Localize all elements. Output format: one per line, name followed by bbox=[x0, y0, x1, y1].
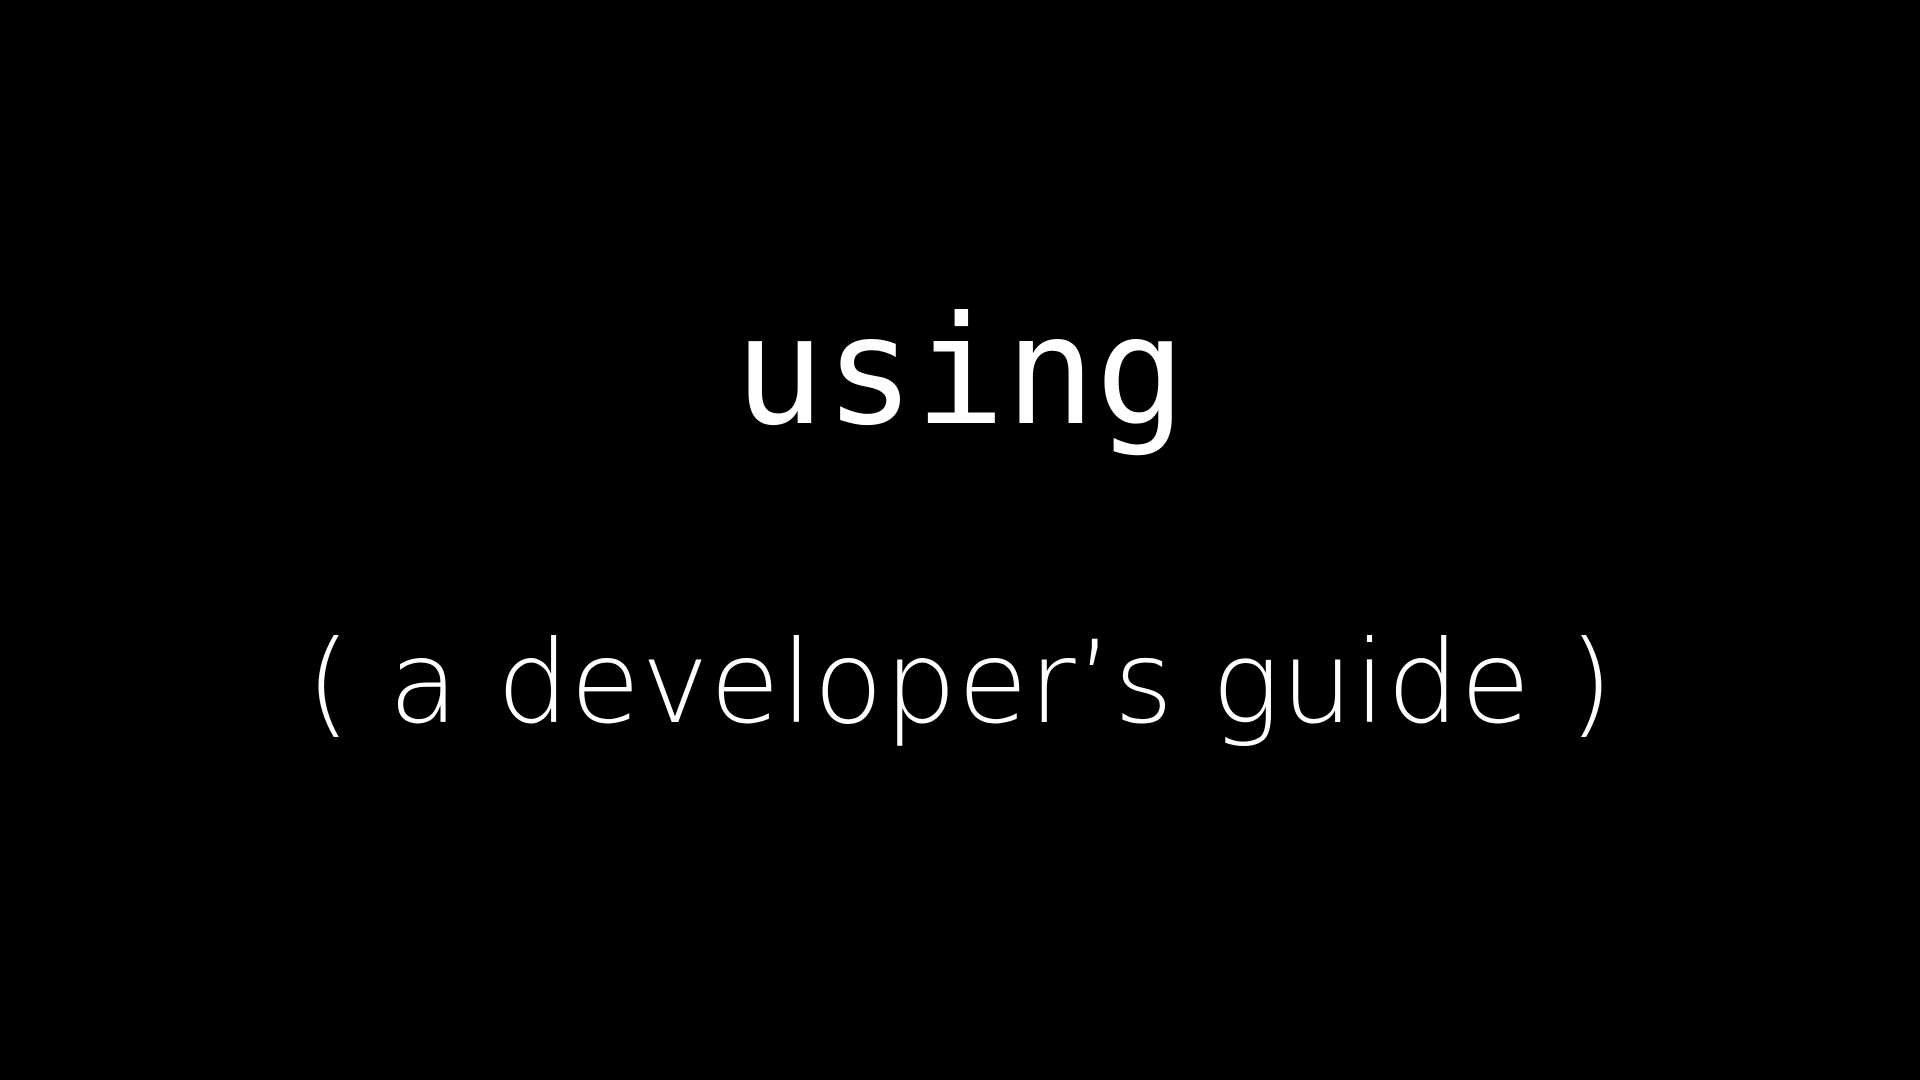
slide-subtitle: ( a developer’s guide ) bbox=[305, 616, 1615, 749]
slide-title: using bbox=[734, 285, 1186, 459]
slide: using ( a developer’s guide ) bbox=[0, 0, 1920, 1080]
